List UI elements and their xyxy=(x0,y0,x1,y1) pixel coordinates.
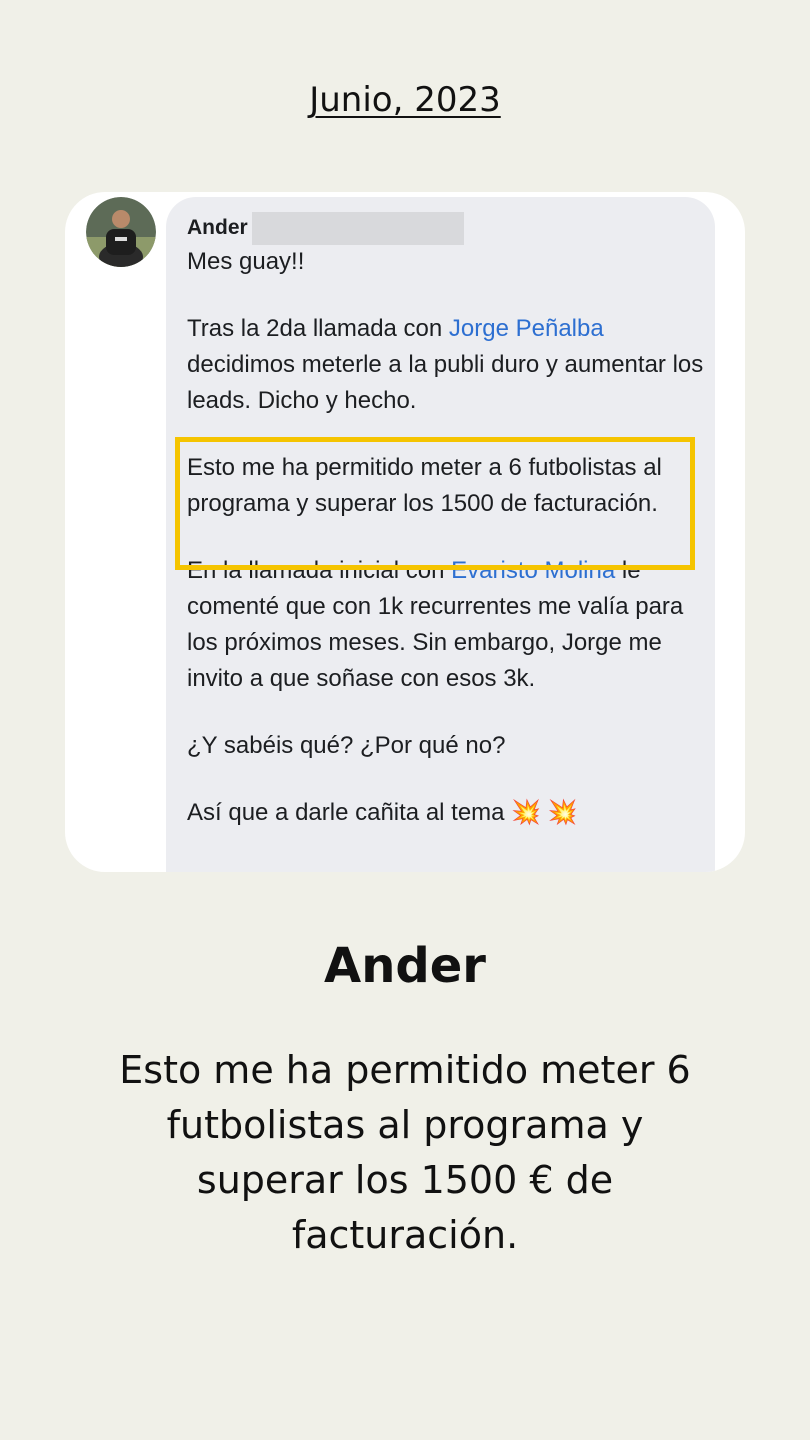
greeting-text: Mes guay!! xyxy=(187,248,305,275)
highlight-box xyxy=(175,437,695,570)
paragraph-3: En la llamada inicial con Evaristo Molin… xyxy=(187,557,684,692)
paragraph-4: ¿Y sabéis qué? ¿Por qué no? xyxy=(187,732,506,759)
testimonial-quote: Esto me ha permitido meter 6 futbolistas… xyxy=(119,1048,691,1257)
sender-name: Ander xyxy=(187,216,248,239)
testimonial-name: Ander xyxy=(324,938,486,994)
paragraph-1: Tras la 2da llamada con Jorge Peñalba de… xyxy=(187,315,704,414)
explosion-icon: 💥 💥 xyxy=(511,799,578,826)
date-heading: Junio, 2023 xyxy=(309,80,501,120)
redacted-surname xyxy=(251,211,464,245)
paragraph-5: Así que a darle cañita al tema 💥 💥 xyxy=(187,799,578,826)
avatar xyxy=(86,197,156,267)
message-screenshot-card: Ander Mes guay!! Tras la 2da llamada con… xyxy=(65,192,745,872)
mention-link[interactable]: Jorge Peñalba xyxy=(449,315,604,342)
